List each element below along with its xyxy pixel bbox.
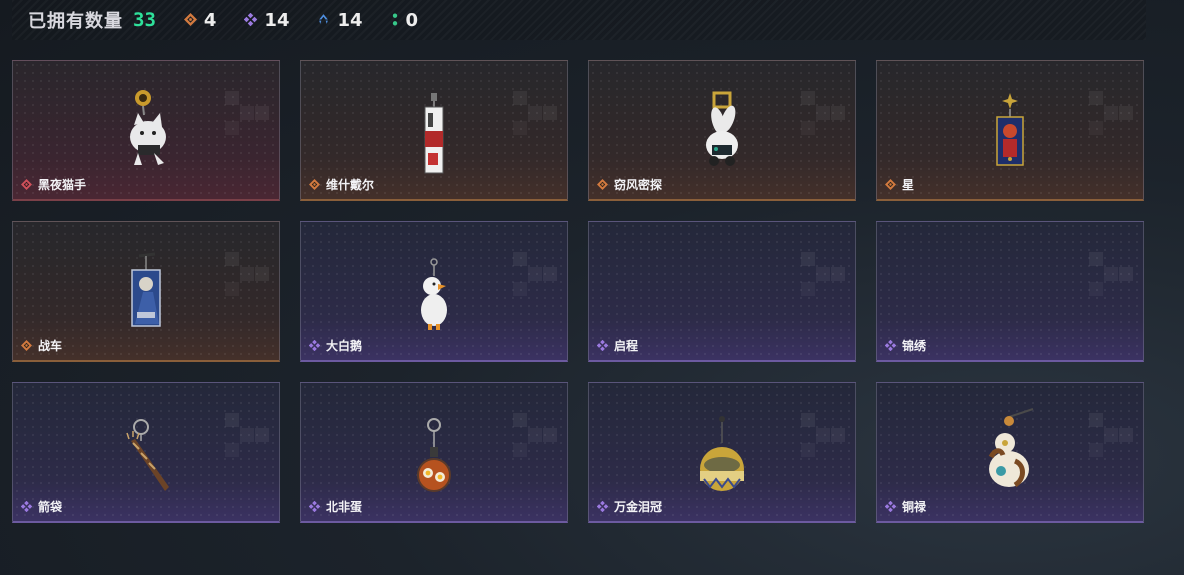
item-name: 黑夜猫手 bbox=[21, 176, 86, 193]
purple-rarity-icon bbox=[596, 500, 609, 513]
purple-rarity-icon bbox=[884, 500, 897, 513]
item-name: 箭袋 bbox=[20, 498, 62, 515]
item-name: 战车 bbox=[21, 337, 62, 354]
purple-rarity-icon bbox=[308, 339, 321, 352]
item-name: 星 bbox=[885, 176, 914, 193]
keychain-card[interactable]: 箭袋 bbox=[12, 382, 280, 523]
keychain-grid: 黑夜猫手 维什戴尔 窃风密探 星 战车 大白鹅 启程 锦绣 箭袋 北非蛋 万金泪… bbox=[12, 60, 1144, 523]
owned-label: 已拥有数量 bbox=[28, 11, 123, 31]
orange-rarity-icon bbox=[885, 179, 896, 190]
card-keychain-icon bbox=[877, 83, 1143, 183]
item-name: 窃风密探 bbox=[597, 176, 662, 193]
bunny-keychain-icon bbox=[589, 83, 855, 183]
item-name: 启程 bbox=[596, 337, 638, 354]
stat-orange-value: 4 bbox=[203, 9, 217, 31]
gourd-keychain-icon bbox=[877, 405, 1143, 505]
green-dots-icon bbox=[391, 10, 399, 31]
purple-rarity-icon bbox=[596, 339, 609, 352]
goose-keychain-icon bbox=[301, 244, 567, 344]
blue-chevron-icon bbox=[317, 10, 330, 31]
cat-keychain-icon bbox=[13, 83, 279, 183]
keychain-card[interactable]: 铜禄 bbox=[876, 382, 1144, 523]
keychain-card[interactable]: 战车 bbox=[12, 221, 280, 362]
keychain-card[interactable]: 维什戴尔 bbox=[300, 60, 568, 201]
stat-purple-value: 14 bbox=[264, 9, 290, 31]
keychain-card[interactable]: 大白鹅 bbox=[300, 221, 568, 362]
item-name: 锦绣 bbox=[884, 337, 926, 354]
red-rarity-icon bbox=[21, 179, 32, 190]
stat-green-value: 0 bbox=[405, 9, 419, 31]
owned-summary-bar: 已拥有数量 33 4 14 14 0 bbox=[12, 0, 1146, 40]
stat-purple: 14 bbox=[244, 10, 289, 31]
owned-count: 33 bbox=[133, 9, 156, 31]
item-name: 万金泪冠 bbox=[596, 498, 662, 515]
keychain-card[interactable]: 北非蛋 bbox=[300, 382, 568, 523]
quiver-keychain-icon bbox=[13, 405, 279, 505]
keychain-card[interactable]: 黑夜猫手 bbox=[12, 60, 280, 201]
item-name: 铜禄 bbox=[884, 498, 926, 515]
purple-rarity-icon bbox=[884, 339, 897, 352]
orange-rarity-icon bbox=[597, 179, 608, 190]
keychain-card[interactable]: 窃风密探 bbox=[588, 60, 856, 201]
keychain-card[interactable]: 万金泪冠 bbox=[588, 382, 856, 523]
keychain-card[interactable]: 启程 bbox=[588, 221, 856, 362]
stat-orange: 4 bbox=[183, 9, 217, 31]
orange-rarity-icon bbox=[21, 340, 32, 351]
item-name: 北非蛋 bbox=[308, 498, 362, 515]
crown-keychain-icon bbox=[589, 405, 855, 505]
keychain-card[interactable]: 星 bbox=[876, 60, 1144, 201]
tag-keychain-icon bbox=[301, 83, 567, 183]
orange-rarity-icon bbox=[309, 179, 320, 190]
stat-green: 0 bbox=[391, 9, 419, 31]
card-keychain-icon bbox=[13, 244, 279, 344]
item-name: 维什戴尔 bbox=[309, 176, 374, 193]
keychain-card[interactable]: 锦绣 bbox=[876, 221, 1144, 362]
orange-diamond-icon bbox=[183, 10, 197, 31]
stat-blue: 14 bbox=[317, 9, 363, 31]
purple-rarity-icon bbox=[308, 500, 321, 513]
item-name: 大白鹅 bbox=[308, 337, 362, 354]
pan-keychain-icon bbox=[301, 405, 567, 505]
purple-rarity-icon bbox=[20, 500, 33, 513]
stat-blue-value: 14 bbox=[337, 9, 363, 31]
purple-diamond-icon bbox=[244, 10, 258, 31]
